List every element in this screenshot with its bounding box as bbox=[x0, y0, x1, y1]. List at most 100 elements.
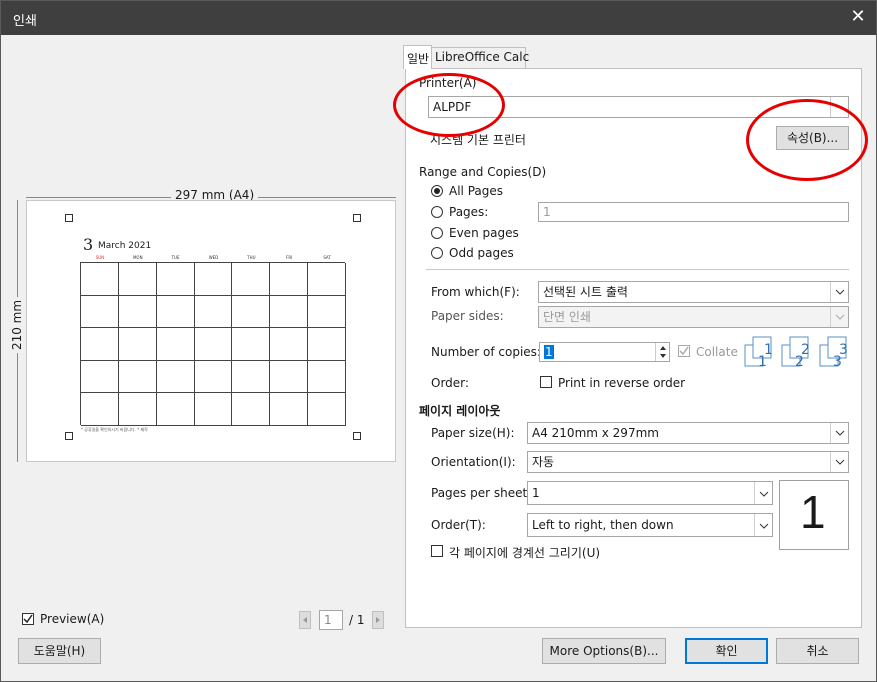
weekday-label: SUN bbox=[95, 255, 105, 260]
weekday-label: WED bbox=[208, 255, 219, 260]
layout-order-label: Order(T): bbox=[431, 518, 486, 532]
radio-even-pages-label[interactable]: Even pages bbox=[449, 226, 519, 240]
chevron-down-icon bbox=[759, 491, 769, 497]
more-options-button[interactable]: More Options(B)... bbox=[542, 638, 666, 664]
paper-sides-value: 단면 인쇄 bbox=[543, 310, 591, 324]
layout-order-select[interactable]: Left to right, then down bbox=[527, 513, 773, 537]
height-dimension-label: 210 mm bbox=[10, 296, 25, 354]
calendar-cell bbox=[81, 328, 119, 361]
radio-pages[interactable] bbox=[431, 206, 443, 218]
radio-all-pages[interactable] bbox=[431, 185, 443, 197]
calendar-cell bbox=[308, 360, 346, 394]
orientation-select[interactable]: 자동 bbox=[527, 451, 849, 473]
calendar-cell bbox=[308, 328, 346, 361]
chevron-down-icon bbox=[835, 289, 845, 295]
from-which-label: From which(F): bbox=[431, 285, 520, 299]
page-border-checkbox[interactable] bbox=[431, 545, 443, 557]
calendar-cell bbox=[194, 295, 233, 329]
handle-top-right bbox=[353, 214, 361, 222]
weekday-label: SAT bbox=[323, 255, 331, 260]
from-which-select[interactable]: 선택된 시트 출력 bbox=[538, 281, 849, 303]
pages-input[interactable]: 1 bbox=[538, 202, 849, 222]
annotation-circle-printer bbox=[393, 73, 505, 137]
svg-text:1: 1 bbox=[764, 342, 773, 358]
chevron-down-icon bbox=[835, 459, 845, 465]
calendar-cell bbox=[270, 263, 309, 296]
title-bar: 인쇄 ✕ bbox=[1, 1, 876, 35]
range-section-label: Range and Copies(D) bbox=[419, 165, 547, 179]
paper-sides-label: Paper sides: bbox=[431, 309, 504, 323]
calendar-cell bbox=[232, 393, 271, 426]
radio-odd-pages[interactable] bbox=[431, 247, 443, 259]
range-separator bbox=[426, 269, 849, 270]
pages-per-sheet-select[interactable]: 1 bbox=[527, 481, 773, 505]
calendar-cell bbox=[232, 328, 271, 361]
calendar-footer-note: * 공휴일을 확인하시기 바랍니다. * 제작 bbox=[81, 427, 148, 432]
annotation-circle-properties bbox=[746, 99, 868, 181]
page-layout-section-label: 페이지 레이아웃 bbox=[419, 404, 501, 418]
pages-per-sheet-preview-number: 1 bbox=[800, 486, 826, 538]
cancel-button[interactable]: 취소 bbox=[776, 638, 859, 664]
orientation-label: Orientation(I): bbox=[431, 455, 516, 469]
height-dimension: 210 mm bbox=[10, 200, 25, 462]
pages-per-sheet-value: 1 bbox=[532, 486, 540, 500]
next-page-button[interactable] bbox=[372, 611, 384, 629]
weekday-label: FRI bbox=[286, 255, 293, 260]
svg-text:3: 3 bbox=[839, 342, 847, 358]
calendar-cell bbox=[194, 263, 233, 296]
layout-order-value: Left to right, then down bbox=[532, 518, 674, 532]
reverse-order-checkbox[interactable] bbox=[540, 376, 552, 388]
calendar-cell bbox=[194, 328, 233, 361]
calendar-cell bbox=[156, 328, 195, 361]
pages-per-sheet-label: Pages per sheet: bbox=[431, 486, 532, 500]
reverse-order-label[interactable]: Print in reverse order bbox=[558, 376, 685, 390]
calendar-cell bbox=[156, 263, 195, 296]
calendar-cell bbox=[118, 393, 157, 426]
radio-odd-pages-label[interactable]: Odd pages bbox=[449, 246, 514, 260]
pages-per-sheet-preview: 1 bbox=[779, 480, 849, 550]
paper-sides-select[interactable]: 단면 인쇄 bbox=[538, 306, 849, 328]
preview-checkbox[interactable] bbox=[22, 613, 34, 625]
radio-pages-label[interactable]: Pages: bbox=[449, 205, 488, 219]
preview-label[interactable]: Preview(A) bbox=[40, 612, 104, 626]
copies-input[interactable]: 1 bbox=[539, 342, 670, 362]
chevron-down-icon bbox=[835, 430, 845, 436]
tab-libreoffice-calc[interactable]: LibreOffice Calc bbox=[431, 47, 529, 68]
calendar-cell bbox=[156, 295, 195, 329]
calendar-grid: SUN MON TUE WED THU FRI SAT bbox=[80, 255, 346, 426]
tab-general[interactable]: 일반 bbox=[403, 45, 432, 69]
radio-all-pages-label[interactable]: All Pages bbox=[449, 184, 503, 198]
calendar-cell bbox=[156, 360, 195, 394]
prev-page-button[interactable] bbox=[299, 611, 311, 629]
collate-pages-icon: 123 123 bbox=[744, 336, 848, 370]
print-order-label: Order: bbox=[431, 376, 469, 390]
calendar-cell bbox=[194, 360, 233, 394]
page-total: / 1 bbox=[349, 613, 365, 627]
calendar-cell bbox=[270, 328, 309, 361]
page-border-label[interactable]: 각 페이지에 경계선 그리기(U) bbox=[449, 544, 600, 561]
close-icon[interactable]: ✕ bbox=[848, 6, 868, 27]
window-title: 인쇄 bbox=[13, 14, 37, 29]
paper-size-label: Paper size(H): bbox=[431, 426, 515, 440]
handle-top-left bbox=[65, 214, 73, 222]
weekday-label: THU bbox=[247, 255, 256, 260]
ok-button[interactable]: 확인 bbox=[685, 638, 768, 664]
copies-value: 1 bbox=[544, 345, 554, 359]
calendar-cell bbox=[118, 328, 157, 361]
radio-even-pages[interactable] bbox=[431, 227, 443, 239]
copies-spinner[interactable] bbox=[655, 343, 669, 361]
calendar-cell bbox=[194, 393, 233, 426]
page-preview: 3 March 2021 SUN MON TUE WED THU FRI SAT * 공휴일… bbox=[26, 200, 396, 462]
calendar-cell bbox=[232, 295, 271, 329]
calendar-day: 3 bbox=[83, 235, 94, 254]
weekday-label: TUE bbox=[171, 255, 180, 260]
page-number-input[interactable]: 1 bbox=[319, 610, 343, 630]
paper-size-select[interactable]: A4 210mm x 297mm bbox=[527, 422, 849, 444]
chevron-down-icon bbox=[835, 314, 845, 320]
calendar-cell bbox=[232, 263, 271, 296]
calendar-cell bbox=[270, 393, 309, 426]
collate-checkbox[interactable] bbox=[678, 345, 690, 357]
calendar-cell bbox=[270, 360, 309, 394]
help-button[interactable]: 도움말(H) bbox=[18, 638, 101, 664]
weekday-label: MON bbox=[132, 255, 143, 260]
